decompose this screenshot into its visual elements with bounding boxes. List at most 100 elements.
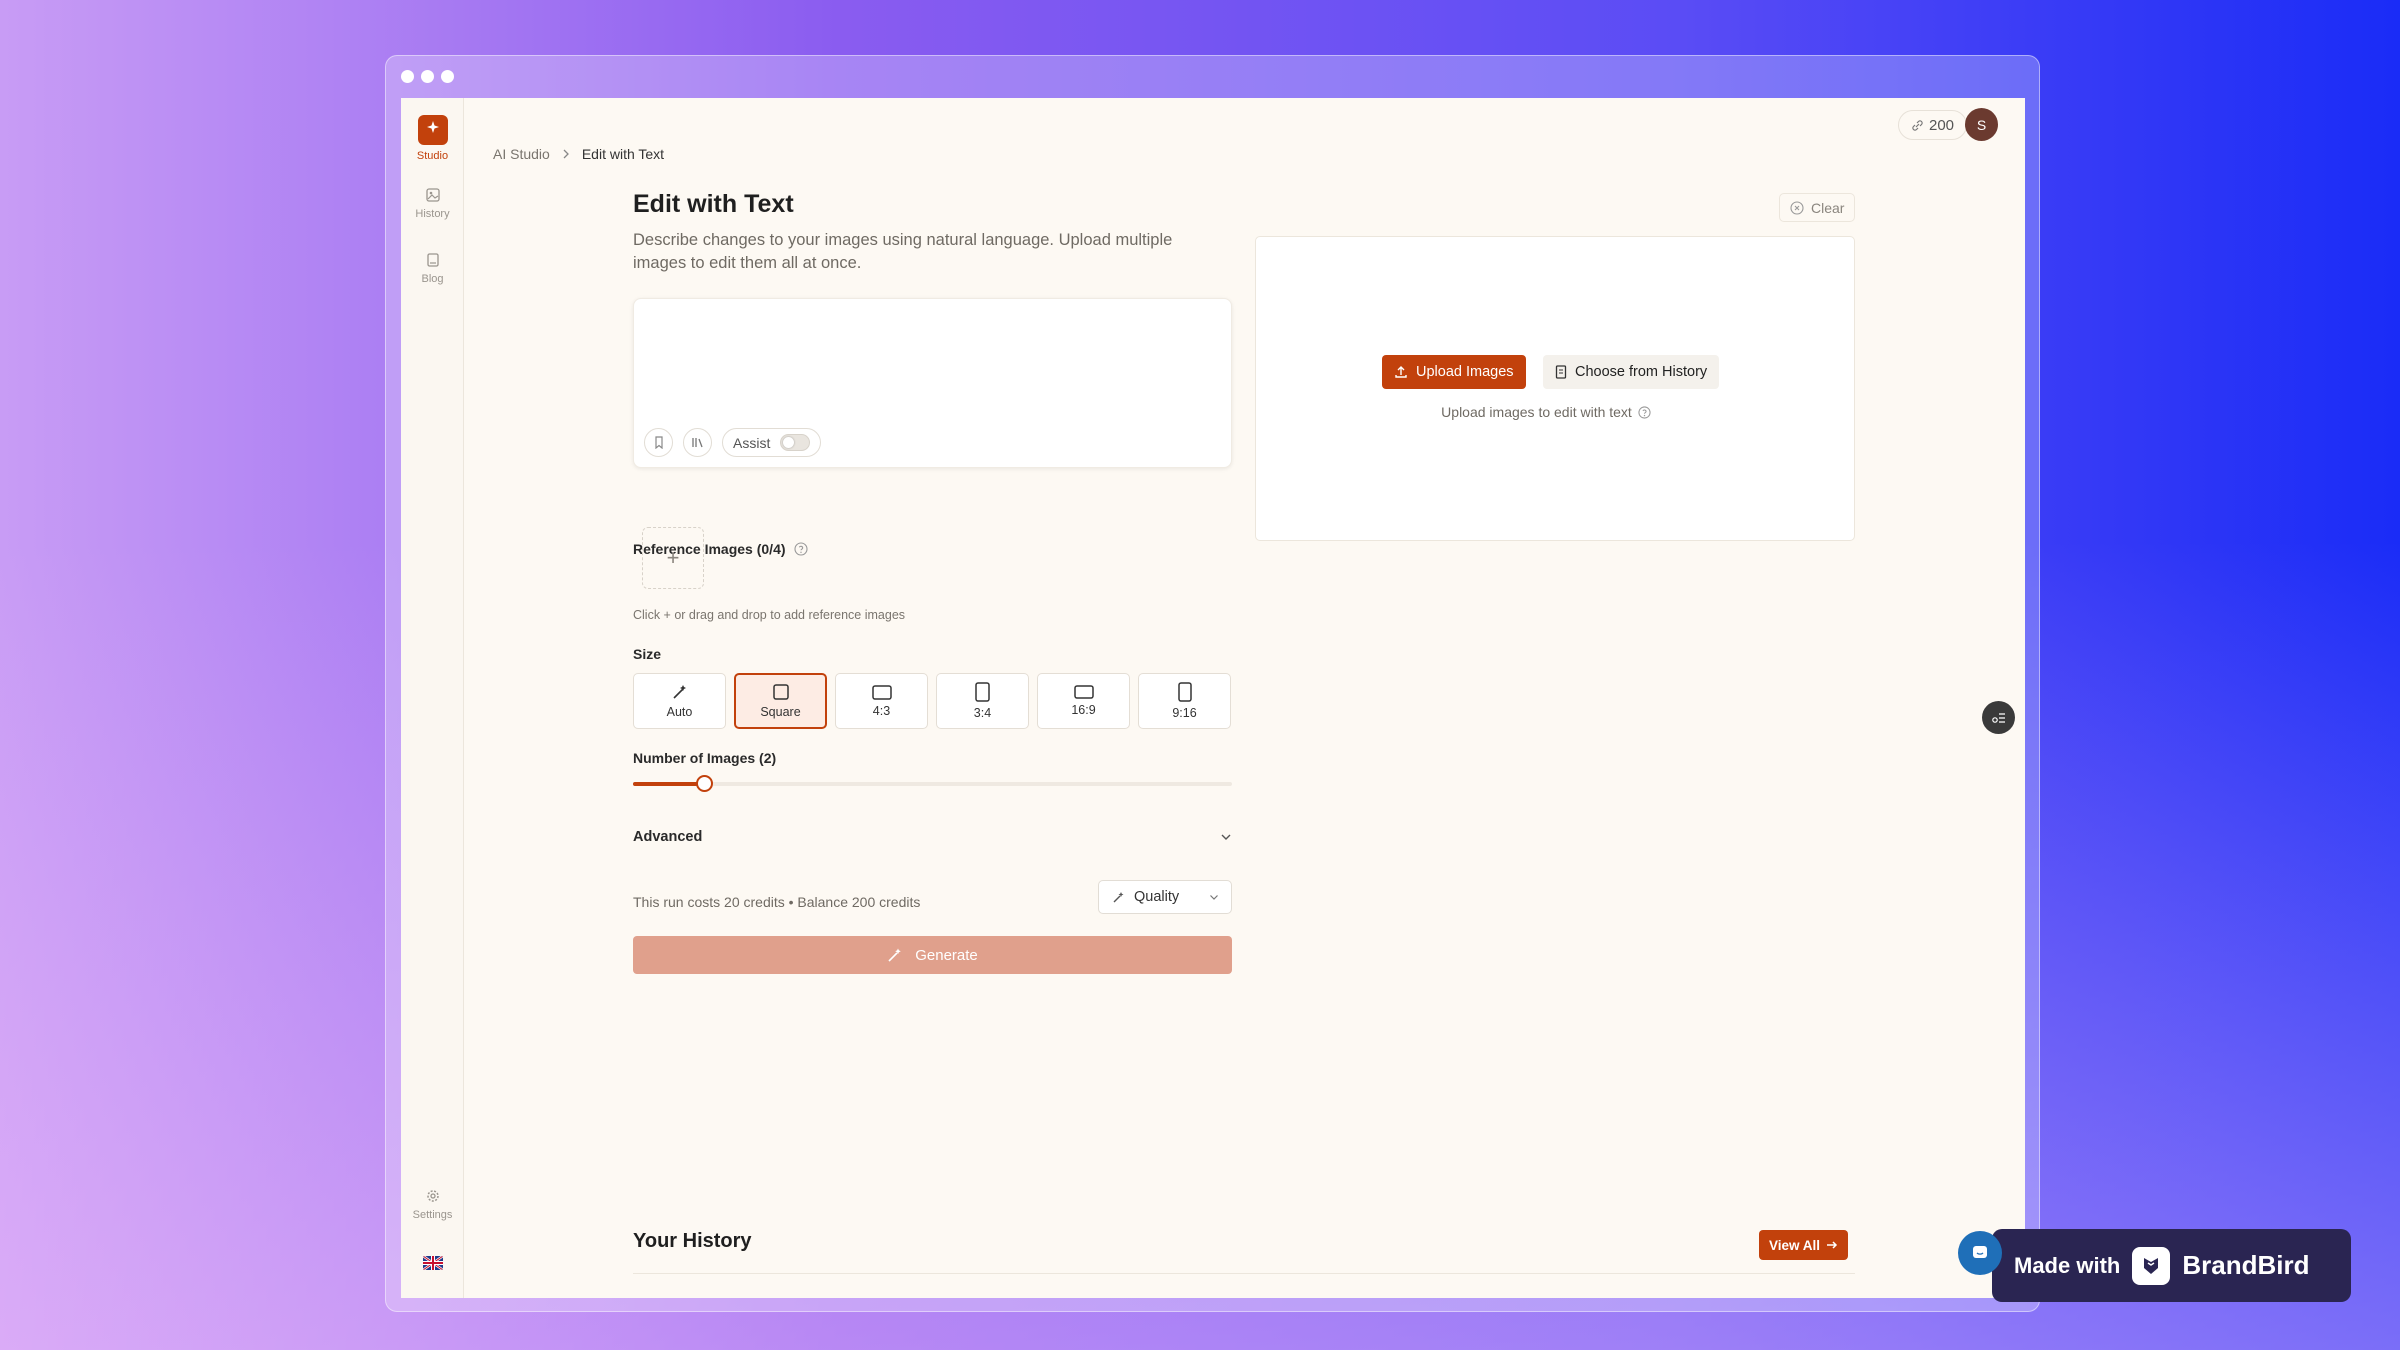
number-of-images-label: Number of Images (2) <box>633 750 777 766</box>
cost-summary: This run costs 20 credits • Balance 200 … <box>633 894 921 910</box>
sidebar: Studio History Blog Settings <box>401 98 464 1298</box>
avatar-initial: S <box>1976 116 1987 133</box>
size-option-label: 4:3 <box>872 703 891 718</box>
chevron-down-icon <box>1210 894 1218 900</box>
chevron-down-icon <box>1221 834 1231 840</box>
floating-menu-button[interactable] <box>1982 701 2015 734</box>
book-icon <box>426 253 439 267</box>
size-option-label: 3:4 <box>973 706 992 720</box>
list-settings-icon <box>1991 712 2005 723</box>
add-reference-button[interactable]: + <box>642 527 704 589</box>
advanced-toggle[interactable]: Advanced <box>633 829 1232 845</box>
reference-hint: Click + or drag and drop to add referenc… <box>633 608 906 622</box>
size-option-square[interactable]: Square <box>734 673 827 729</box>
window-close-dot[interactable] <box>401 70 414 83</box>
slider-fill <box>633 782 704 786</box>
sidebar-item-studio[interactable]: Studio <box>401 115 464 162</box>
help-circle-icon[interactable] <box>793 542 808 556</box>
quality-label: Quality <box>1134 889 1180 905</box>
breadcrumb-current: Edit with Text <box>581 146 665 162</box>
generate-button[interactable]: Generate <box>633 936 1232 974</box>
app-frame: Studio History Blog Settings 200 S AI St… <box>401 98 2025 1298</box>
size-option-auto[interactable]: Auto <box>633 673 726 729</box>
assist-label: Assist <box>733 434 771 451</box>
window-controls <box>401 70 454 83</box>
breadcrumb: AI Studio Edit with Text <box>493 146 664 162</box>
clear-label: Clear <box>1811 199 1845 216</box>
history-title: Your History <box>633 1230 752 1252</box>
upload-hint-text: Upload images to edit with text <box>1441 404 1632 420</box>
magic-wand-icon <box>888 948 902 962</box>
magic-wand-icon <box>672 685 686 699</box>
image-icon <box>425 188 440 202</box>
upload-panel: Upload Images Choose from History Upload… <box>1255 236 1855 541</box>
bookmark-button[interactable] <box>644 428 673 457</box>
window-minimize-dot[interactable] <box>421 70 434 83</box>
generate-label: Generate <box>915 946 978 964</box>
wide-icon <box>1073 685 1094 699</box>
size-option-label: 9:16 <box>1172 706 1197 720</box>
size-option-label: Auto <box>666 705 693 719</box>
sidebar-item-label: Studio <box>416 150 449 162</box>
breadcrumb-root[interactable]: AI Studio <box>493 146 550 162</box>
credits-count: 200 <box>1929 116 1955 134</box>
avatar[interactable]: S <box>1965 108 1998 141</box>
page-title: Edit with Text <box>633 190 794 218</box>
tall-icon <box>1177 682 1192 702</box>
made-with-text: Made with <box>2014 1252 2121 1278</box>
chat-icon <box>1973 1246 1987 1258</box>
language-flag-icon[interactable] <box>423 1256 443 1270</box>
document-icon <box>1555 365 1567 379</box>
size-option-9-16[interactable]: 9:16 <box>1138 673 1231 729</box>
slider-thumb[interactable] <box>696 775 713 792</box>
size-label: Size <box>633 646 662 662</box>
sidebar-item-label: Blog <box>421 273 444 285</box>
size-options: Auto Square 4:3 3:4 16:9 9:16 <box>633 673 1231 729</box>
sidebar-item-settings[interactable]: Settings <box>401 1188 464 1221</box>
view-all-label: View All <box>1769 1237 1821 1253</box>
link-icon <box>1912 119 1923 131</box>
upload-icon <box>1395 366 1407 378</box>
prompt-box: Assist <box>633 298 1232 468</box>
landscape-icon <box>871 684 892 700</box>
upload-hint: Upload images to edit with text <box>1256 404 1836 420</box>
size-option-4-3[interactable]: 4:3 <box>835 673 928 729</box>
close-circle-icon <box>1790 200 1804 215</box>
choose-from-history-label: Choose from History <box>1575 364 1708 380</box>
size-option-16-9[interactable]: 16:9 <box>1037 673 1130 729</box>
portrait-icon <box>975 682 990 702</box>
sidebar-item-label: History <box>415 208 450 220</box>
chat-button[interactable] <box>1958 1231 2002 1275</box>
prompt-input[interactable] <box>646 309 1216 409</box>
bookmark-icon <box>654 436 663 449</box>
made-with-badge[interactable]: Made with BrandBird <box>1992 1229 2351 1302</box>
upload-images-label: Upload Images <box>1416 364 1514 380</box>
window-maximize-dot[interactable] <box>441 70 454 83</box>
advanced-label: Advanced <box>633 829 703 845</box>
browser-window: Studio History Blog Settings 200 S AI St… <box>385 55 2040 1312</box>
clear-button[interactable]: Clear <box>1779 193 1856 222</box>
help-circle-icon[interactable] <box>1638 405 1651 419</box>
gear-icon <box>426 1190 439 1202</box>
sparkle-icon <box>417 115 448 145</box>
size-option-3-4[interactable]: 3:4 <box>936 673 1029 729</box>
upload-images-button[interactable]: Upload Images <box>1382 355 1526 389</box>
assist-toggle[interactable]: Assist <box>722 428 822 457</box>
history-divider <box>633 1273 1855 1274</box>
sidebar-item-history[interactable]: History <box>401 187 464 220</box>
page-description: Describe changes to your images using na… <box>633 231 1173 272</box>
library-icon <box>692 438 703 448</box>
chevron-right-icon <box>563 149 569 159</box>
quality-select[interactable]: Quality <box>1098 880 1232 914</box>
plus-icon: + <box>666 545 680 570</box>
arrow-right-icon <box>1827 1241 1838 1249</box>
number-of-images-slider[interactable] <box>633 775 1232 792</box>
toggle-switch[interactable] <box>780 434 811 451</box>
choose-from-history-button[interactable]: Choose from History <box>1543 355 1720 389</box>
size-option-label: 16:9 <box>1071 703 1096 717</box>
view-all-button[interactable]: View All <box>1759 1230 1849 1260</box>
credits-badge[interactable]: 200 <box>1898 110 1968 140</box>
sidebar-item-blog[interactable]: Blog <box>401 252 464 285</box>
library-button[interactable] <box>683 428 712 457</box>
brand-name: BrandBird <box>2182 1250 2310 1280</box>
